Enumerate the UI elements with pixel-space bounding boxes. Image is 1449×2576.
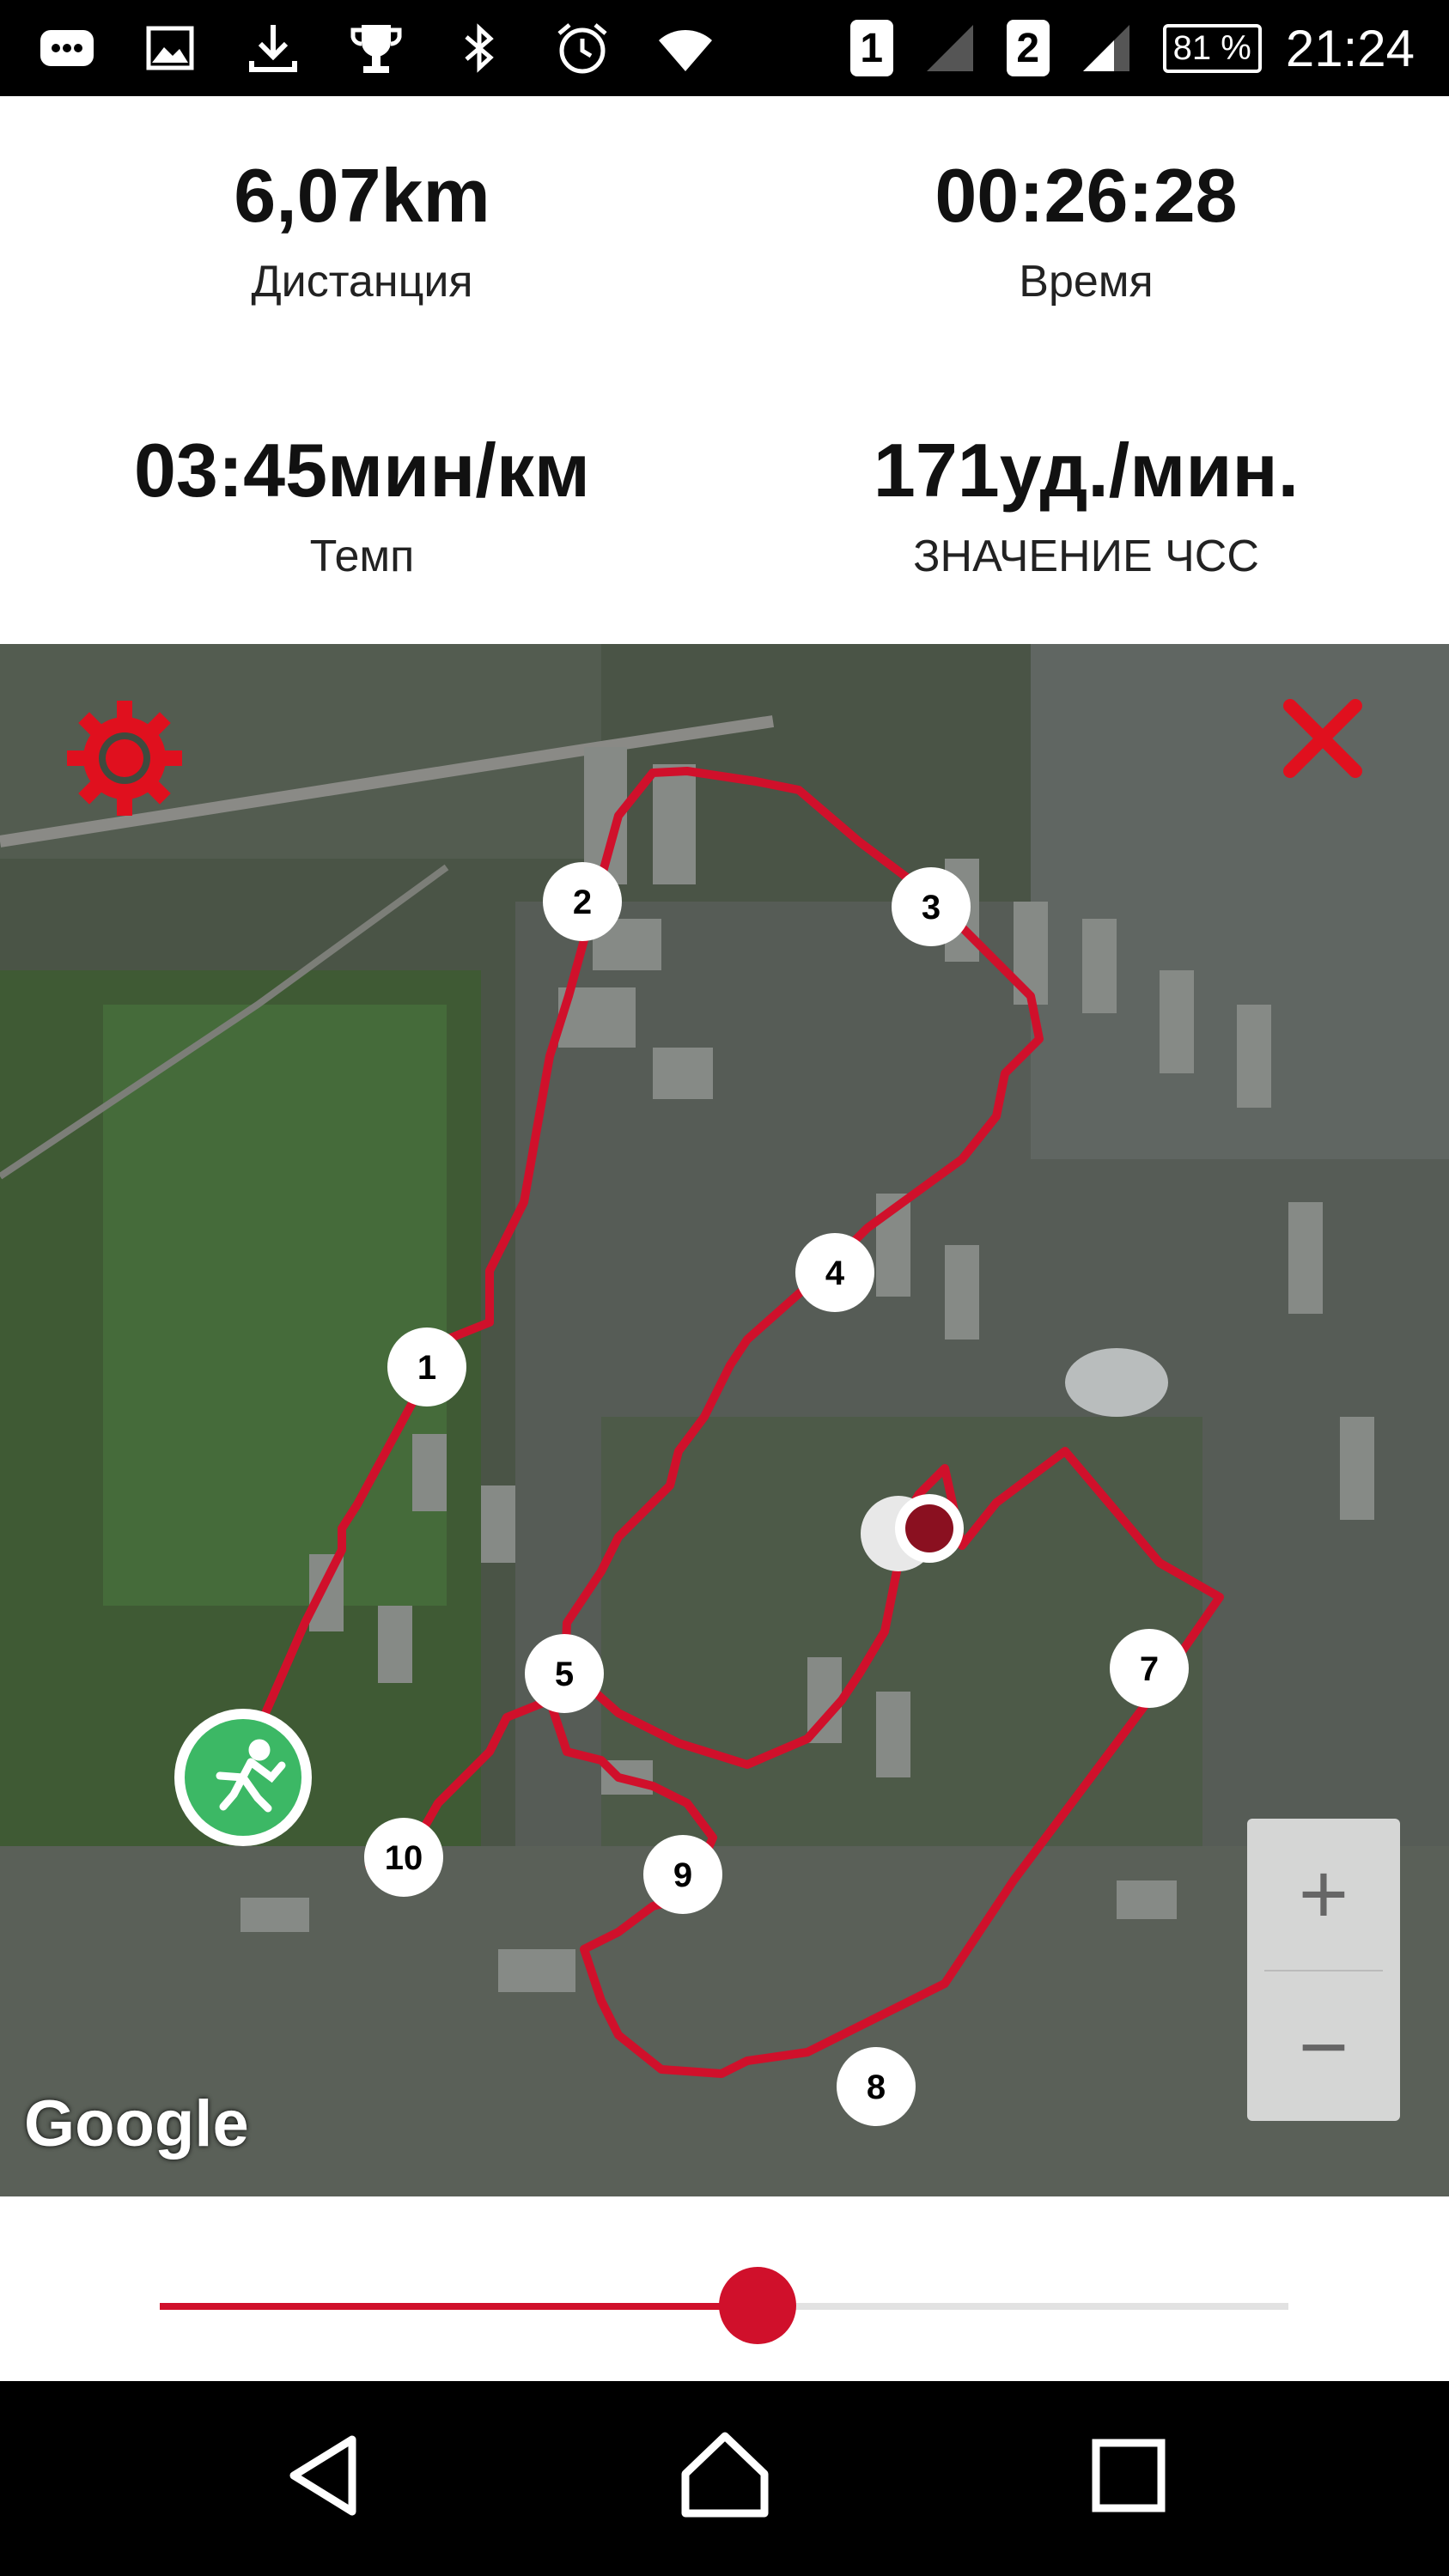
heart-rate-stat: 171уд./мин. ЗНАЧЕНИЕ ЧСС [724, 433, 1448, 582]
time-value: 00:26:28 [935, 153, 1238, 238]
back-button[interactable] [273, 2424, 376, 2527]
playback-slider-thumb[interactable] [719, 2267, 797, 2344]
recents-icon [1092, 2439, 1166, 2512]
status-bar: 1 2 81 % 21:24 [0, 0, 1449, 96]
sim1-badge: 1 [849, 20, 893, 76]
svg-text:7: 7 [1140, 1650, 1159, 1688]
svg-text:8: 8 [867, 2069, 886, 2106]
workout-stats: 6,07km Дистанция 00:26:28 Время 03:45мин… [0, 96, 1449, 644]
time-stat: 00:26:28 Время [724, 158, 1448, 307]
svg-text:10: 10 [385, 1839, 423, 1877]
distance-stat: 6,07km Дистанция [0, 158, 724, 307]
svg-text:1: 1 [417, 1349, 436, 1387]
close-icon [1283, 699, 1362, 778]
zoom-in-button[interactable]: + [1247, 1819, 1400, 1970]
svg-text:5: 5 [555, 1656, 574, 1693]
wifi-icon [653, 15, 718, 81]
settings-button[interactable] [60, 694, 189, 823]
zoom-out-button[interactable]: − [1247, 1971, 1400, 2123]
home-icon [681, 2432, 769, 2518]
pace-value: 03:45мин/км [133, 428, 590, 513]
distance-label: Дистанция [251, 257, 473, 307]
close-button[interactable] [1280, 696, 1366, 781]
distance-value: 6,07km [234, 153, 490, 238]
home-button[interactable] [673, 2424, 776, 2527]
route-map[interactable]: 1 2 3 4 5 7 8 9 10 + − Google [0, 644, 1449, 2196]
svg-text:4: 4 [825, 1255, 845, 1292]
alarm-icon [550, 15, 615, 81]
signal-icon [1074, 15, 1139, 81]
back-icon [289, 2435, 356, 2516]
clock: 21:24 [1285, 19, 1415, 77]
trophy-icon [344, 15, 409, 81]
heart-rate-label: ЗНАЧЕНИЕ ЧСС [913, 532, 1259, 581]
recents-button[interactable] [1077, 2424, 1180, 2527]
gear-icon [67, 701, 182, 816]
svg-text:3: 3 [922, 889, 941, 927]
playback-slider-area [0, 2196, 1449, 2381]
zoom-controls: + − [1247, 1819, 1400, 2121]
pace-label: Темп [309, 532, 415, 581]
navigation-bar [0, 2381, 1449, 2576]
time-label: Время [1019, 257, 1154, 307]
sim2-badge: 2 [1006, 20, 1050, 76]
satellite-map-image: 1 2 3 4 5 7 8 9 10 [0, 644, 1449, 2196]
messaging-icon [34, 15, 100, 81]
heart-rate-value: 171уд./мин. [873, 428, 1300, 513]
signal-weak-icon [917, 15, 983, 81]
bluetooth-icon [447, 15, 512, 81]
pace-stat: 03:45мин/км Темп [0, 433, 724, 582]
image-icon [137, 15, 203, 81]
download-icon [240, 15, 306, 81]
battery-indicator: 81 % [1162, 23, 1262, 73]
svg-text:2: 2 [573, 884, 592, 921]
google-attribution: Google [24, 2087, 249, 2160]
svg-text:9: 9 [673, 1856, 692, 1894]
playback-slider-fill [160, 2303, 758, 2310]
